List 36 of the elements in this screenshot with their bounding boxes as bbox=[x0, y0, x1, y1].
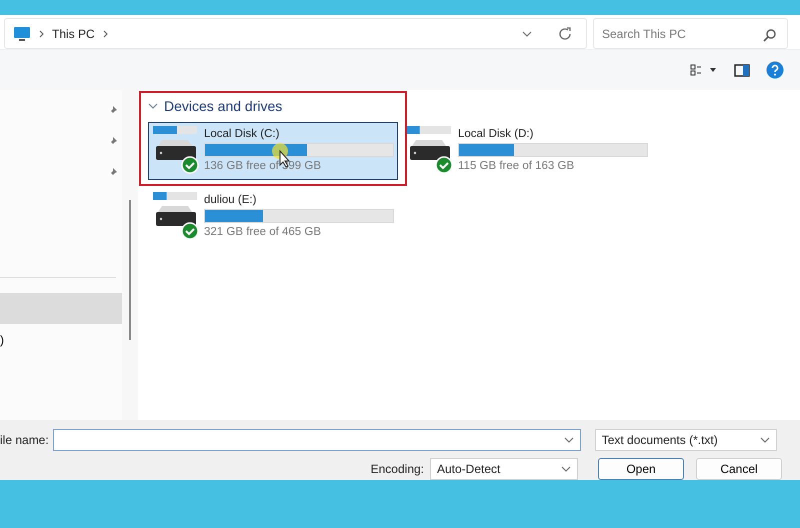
chevron-icon bbox=[39, 30, 44, 38]
free-space-text: 321 GB free of 465 GB bbox=[204, 226, 322, 238]
drive-name: duliou (E:) bbox=[204, 194, 258, 206]
dropdown-icon bbox=[561, 466, 571, 472]
help-icon[interactable] bbox=[766, 61, 784, 79]
preview-pane-icon[interactable] bbox=[734, 64, 750, 76]
view-icon[interactable] bbox=[690, 64, 718, 76]
dropdown-icon bbox=[760, 437, 770, 443]
encoding-label: Encoding: bbox=[370, 462, 424, 476]
cancel-button[interactable]: Cancel bbox=[696, 458, 782, 480]
search-field[interactable]: Search This PC bbox=[593, 18, 788, 49]
nav-item[interactable]: ) bbox=[0, 324, 122, 355]
open-button[interactable]: Open bbox=[598, 458, 684, 480]
drive-tile[interactable]: duliou (E:) 321 GB free of 465 GB bbox=[148, 188, 398, 246]
file-name-field[interactable] bbox=[52, 429, 581, 451]
encoding-dropdown[interactable]: Auto-Detect bbox=[430, 458, 578, 480]
section-title: Devices and drives bbox=[164, 98, 282, 114]
refresh-icon[interactable] bbox=[558, 26, 572, 40]
hard-drive-icon bbox=[152, 126, 200, 174]
chevron-icon[interactable] bbox=[148, 103, 158, 109]
drive-name: Local Disk (C:) bbox=[204, 128, 280, 140]
dropdown-icon[interactable] bbox=[564, 437, 574, 443]
dropdown-icon[interactable] bbox=[522, 30, 532, 36]
breadcrumb[interactable]: This PC bbox=[52, 26, 95, 40]
address-bar[interactable]: This PC bbox=[4, 18, 587, 49]
drive-tile[interactable]: Local Disk (D:) 115 GB free of 163 GB bbox=[402, 122, 652, 180]
file-type-dropdown[interactable]: Text documents (*.txt) bbox=[594, 429, 777, 451]
file-name-label: ile name: bbox=[0, 433, 49, 447]
chevron-icon[interactable] bbox=[102, 30, 108, 38]
scrollbar-thumb[interactable] bbox=[129, 200, 131, 340]
free-space-text: 115 GB free of 163 GB bbox=[458, 160, 576, 172]
monitor-icon bbox=[13, 26, 31, 42]
hard-drive-icon bbox=[152, 192, 200, 240]
hard-drive-icon bbox=[406, 126, 454, 174]
search-icon[interactable] bbox=[763, 29, 776, 42]
drive-name: Local Disk (D:) bbox=[458, 128, 534, 140]
